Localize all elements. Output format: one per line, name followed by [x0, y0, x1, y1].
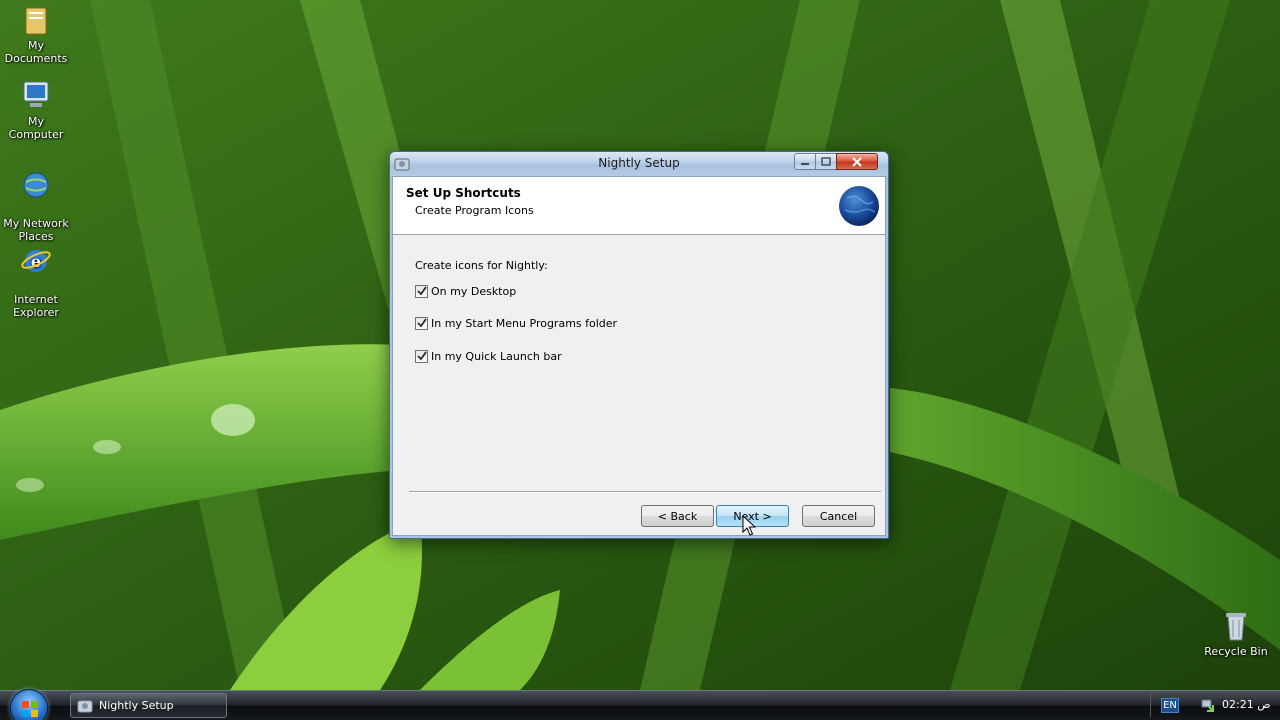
desktop-icon-recycle-bin[interactable]: Recycle Bin [1200, 610, 1272, 658]
option-label: On my Desktop [431, 284, 517, 298]
checkmark-icon [416, 286, 427, 296]
checkmark-icon [416, 351, 427, 361]
option-quick-launch[interactable]: In my Quick Launch bar [415, 348, 562, 364]
computer-icon [23, 81, 49, 107]
dialog-client-area: Set Up Shortcuts Create Program Icons Cr… [392, 176, 886, 536]
wizard-header: Set Up Shortcuts Create Program Icons [393, 177, 885, 235]
desktop-icon-my-network-places[interactable]: My Network Places [0, 156, 72, 243]
folder-icon [25, 7, 47, 35]
window-titlebar[interactable]: Nightly Setup [390, 152, 888, 176]
desktop-icon-internet-explorer[interactable]: e Internet Explorer [0, 232, 72, 319]
system-clock[interactable]: 02:21 ص [1222, 698, 1271, 711]
nightly-logo-icon [839, 186, 879, 226]
taskbar-item-label: Nightly Setup [99, 699, 174, 712]
button-divider [409, 491, 881, 493]
tray-separator [1150, 693, 1151, 717]
minimize-icon [801, 162, 809, 165]
close-button[interactable] [836, 153, 878, 170]
option-label: In my Quick Launch bar [431, 349, 562, 363]
desktop-checkbox[interactable] [415, 284, 428, 298]
desktop-icon-my-documents[interactable]: My Documents [0, 4, 72, 65]
desktop-icon-my-computer[interactable]: My Computer [0, 80, 72, 141]
maximize-icon [821, 157, 831, 166]
desktop-icon-label: Internet Explorer [13, 293, 59, 319]
app-icon [77, 700, 93, 712]
start-menu-checkbox[interactable] [415, 316, 428, 330]
taskbar-item-nightly-setup[interactable]: Nightly Setup [70, 693, 227, 718]
shortcut-prompt: Create icons for Nightly: [415, 259, 548, 272]
page-subtitle: Create Program Icons [415, 204, 534, 217]
start-button[interactable] [10, 689, 48, 720]
checkmark-icon [416, 318, 427, 328]
page-title: Set Up Shortcuts [406, 186, 521, 200]
desktop-icon-label: My Documents [4, 39, 68, 65]
cancel-button[interactable]: Cancel [802, 505, 875, 527]
network-icon [23, 172, 49, 198]
quick-launch-checkbox[interactable] [415, 349, 428, 363]
setup-dialog: Nightly Setup Set Up Shortcuts Create Pr… [389, 151, 889, 539]
mouse-cursor-icon [742, 515, 756, 536]
network-status-icon[interactable] [1200, 697, 1216, 713]
option-start-menu[interactable]: In my Start Menu Programs folder [415, 315, 617, 331]
option-label: In my Start Menu Programs folder [431, 316, 618, 330]
desktop-icon-label: Recycle Bin [1204, 645, 1268, 658]
close-icon [852, 156, 862, 167]
minimize-button[interactable] [794, 153, 816, 170]
option-desktop[interactable]: On my Desktop [415, 283, 516, 299]
maximize-button[interactable] [815, 153, 837, 170]
language-indicator[interactable]: EN [1161, 698, 1179, 713]
ie-icon: e [21, 250, 51, 272]
desktop-icon-label: My Computer [8, 115, 64, 141]
recycle-bin-icon [1226, 613, 1246, 641]
back-button[interactable]: < Back [641, 505, 714, 527]
windows-logo-icon [22, 701, 38, 717]
